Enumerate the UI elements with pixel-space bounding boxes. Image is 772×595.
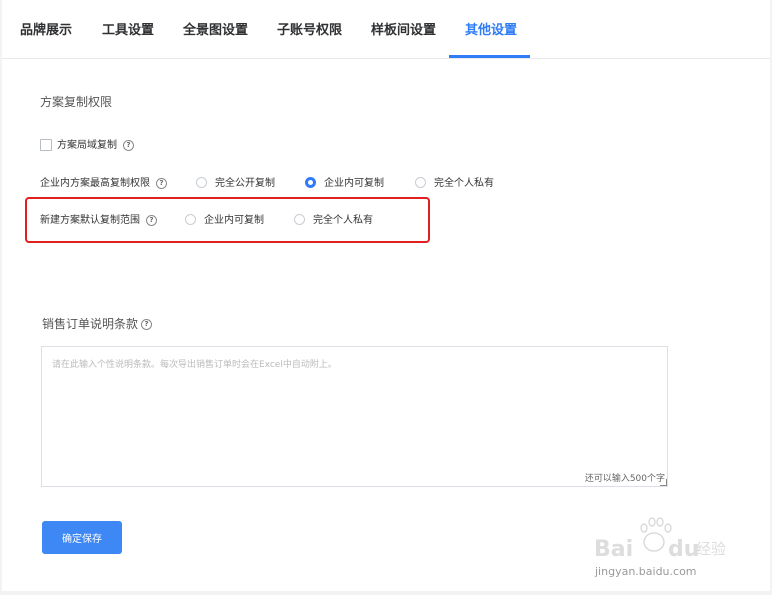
max-permission-row: 企业内方案最高复制权限? 完全公开复制 企业内可复制 完全个人私有: [40, 174, 560, 190]
tab-tool-settings[interactable]: 工具设置: [102, 0, 154, 57]
local-copy-checkbox[interactable]: [40, 139, 52, 151]
local-copy-label: 方案局域复制: [57, 140, 117, 151]
settings-panel: 品牌展示 工具设置 全景图设置 子账号权限 样板间设置 其他设置 方案复制权限 …: [2, 0, 770, 591]
svg-text:du: du: [668, 537, 699, 562]
radio-unchecked-icon: [415, 176, 426, 188]
radio-checked-icon: [305, 176, 316, 188]
section-title-copy-permission: 方案复制权限: [40, 95, 113, 109]
save-button[interactable]: 确定保存: [42, 521, 122, 554]
char-counter: 还可以输入500个字: [584, 474, 665, 484]
max-permission-label: 企业内方案最高复制权限: [40, 178, 150, 189]
sales-terms-textarea-wrapper: 还可以输入500个字: [41, 346, 668, 487]
sales-terms-textarea[interactable]: [42, 347, 667, 486]
tab-panorama-settings[interactable]: 全景图设置: [183, 0, 248, 57]
help-icon[interactable]: ?: [141, 319, 153, 330]
help-icon[interactable]: ?: [123, 139, 134, 151]
watermark-url: jingyan.baidu.com: [595, 565, 697, 578]
local-copy-row: 方案局域复制?: [40, 136, 134, 151]
tab-subaccount-permissions[interactable]: 子账号权限: [277, 0, 342, 57]
help-icon[interactable]: ?: [156, 177, 167, 189]
radio-enterprise-copy[interactable]: 企业内可复制: [305, 174, 384, 189]
radio-public-copy[interactable]: 完全公开复制: [196, 174, 275, 189]
sales-terms-label: 销售订单说明条款?: [42, 315, 153, 332]
svg-text:经验: 经验: [696, 540, 726, 558]
red-highlight-box: [25, 197, 430, 243]
active-tab-indicator: [449, 55, 530, 58]
radio-private[interactable]: 完全个人私有: [415, 174, 494, 189]
svg-text:Bai: Bai: [594, 537, 633, 562]
tab-showroom-settings[interactable]: 样板间设置: [371, 0, 436, 57]
tab-bar: 品牌展示 工具设置 全景图设置 子账号权限 样板间设置 其他设置: [2, 0, 770, 59]
tab-other-settings[interactable]: 其他设置: [465, 0, 517, 57]
radio-unchecked-icon: [196, 176, 207, 188]
tab-brand-display[interactable]: 品牌展示: [20, 0, 72, 57]
resize-handle-icon[interactable]: [660, 479, 667, 486]
